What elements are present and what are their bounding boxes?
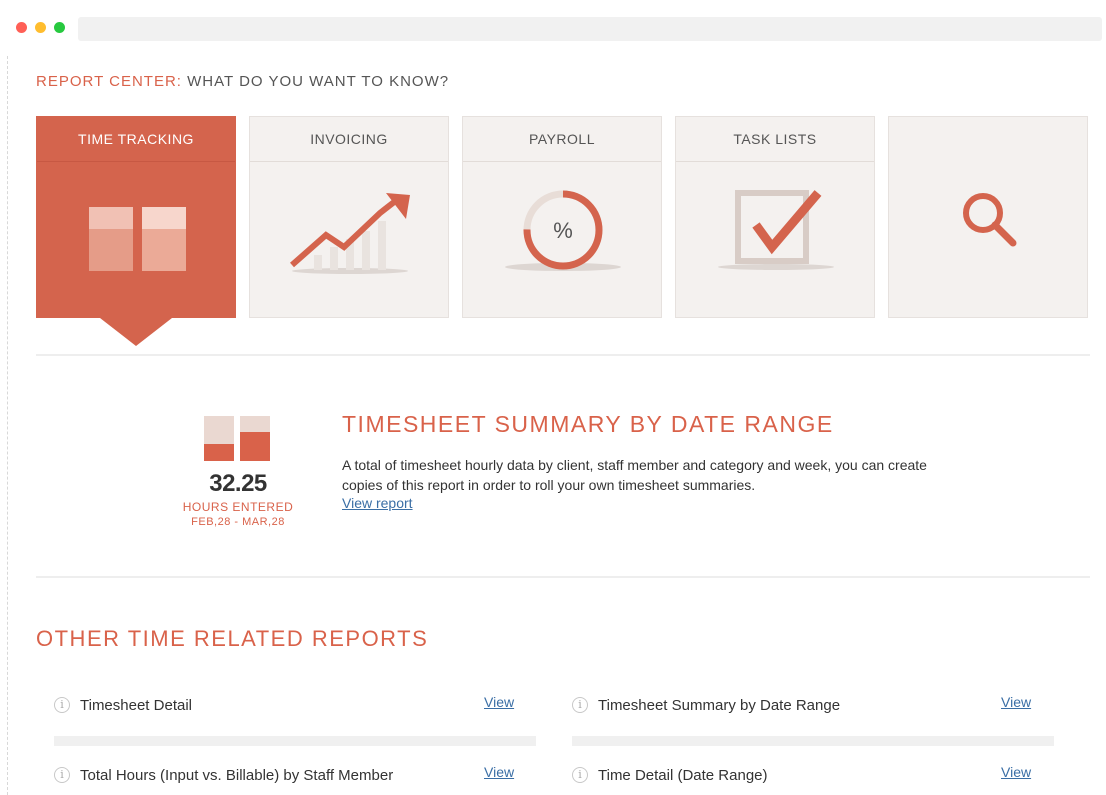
info-icon[interactable]: i xyxy=(54,767,70,783)
category-card-invoicing[interactable]: INVOICING xyxy=(249,116,449,318)
report-name: Timesheet Summary by Date Range xyxy=(598,697,841,714)
list-item: i Total Hours (Input vs. Billable) by St… xyxy=(54,762,518,792)
view-link[interactable]: View xyxy=(1001,694,1031,710)
hours-entered-value: 32.25 xyxy=(209,470,267,497)
featured-report-description: A total of timesheet hourly data by clie… xyxy=(342,457,927,493)
category-label: PAYROLL xyxy=(463,117,661,162)
row-separator xyxy=(572,736,1054,746)
list-item: i Timesheet Detail View xyxy=(54,692,518,722)
window-edge xyxy=(7,56,8,795)
browser-window-bar xyxy=(0,0,1106,56)
category-card-task-lists[interactable]: TASK LISTS xyxy=(675,116,875,318)
featured-report-title: TIMESHEET SUMMARY BY DATE RANGE xyxy=(342,411,834,437)
row-separator xyxy=(54,736,536,746)
page-title-accent: REPORT CENTER: xyxy=(36,73,182,90)
active-card-pointer xyxy=(100,318,172,346)
page-title: REPORT CENTER: WHAT DO YOU WANT TO KNOW? xyxy=(36,73,449,90)
view-link[interactable]: View xyxy=(484,694,514,710)
minimize-window-icon[interactable] xyxy=(35,22,46,33)
address-bar[interactable] xyxy=(78,17,1102,41)
maximize-window-icon[interactable] xyxy=(54,22,65,33)
view-link[interactable]: View xyxy=(484,764,514,780)
category-card-payroll[interactable]: PAYROLL % xyxy=(462,116,662,318)
info-icon[interactable]: i xyxy=(54,697,70,713)
trend-chart-icon xyxy=(290,193,410,274)
search-icon xyxy=(963,193,1017,247)
svg-text:%: % xyxy=(553,218,573,243)
category-label: TASK LISTS xyxy=(676,117,874,162)
percent-donut-icon: % xyxy=(505,190,621,271)
category-card-search[interactable] xyxy=(888,116,1088,318)
other-reports-title: OTHER TIME RELATED REPORTS xyxy=(36,626,429,651)
view-link[interactable]: View xyxy=(1001,764,1031,780)
section-divider xyxy=(36,354,1090,356)
hours-entered-label: HOURS ENTERED xyxy=(182,500,294,514)
close-window-icon[interactable] xyxy=(16,22,27,33)
report-name: Total Hours (Input vs. Billable) by Staf… xyxy=(80,767,394,784)
info-icon[interactable]: i xyxy=(572,697,588,713)
category-label: INVOICING xyxy=(250,117,448,162)
timesheet-summary-icon xyxy=(204,416,270,461)
category-card-time-tracking[interactable]: TIME TRACKING xyxy=(36,116,236,318)
report-name: Timesheet Detail xyxy=(80,697,192,714)
page-title-question: WHAT DO YOU WANT TO KNOW? xyxy=(181,73,450,90)
category-label: TIME TRACKING xyxy=(37,117,235,162)
hours-date-range: FEB,28 - MAR,28 xyxy=(191,516,285,528)
list-item: i Timesheet Summary by Date Range View xyxy=(572,692,1036,722)
time-tracking-icon xyxy=(89,207,186,271)
info-icon[interactable]: i xyxy=(572,767,588,783)
list-item: i Time Detail (Date Range) View xyxy=(572,762,1036,792)
section-divider xyxy=(36,576,1090,578)
report-name: Time Detail (Date Range) xyxy=(598,767,768,784)
view-report-link[interactable]: View report xyxy=(342,495,413,511)
category-label xyxy=(889,117,1087,161)
checkbox-icon xyxy=(718,190,834,270)
